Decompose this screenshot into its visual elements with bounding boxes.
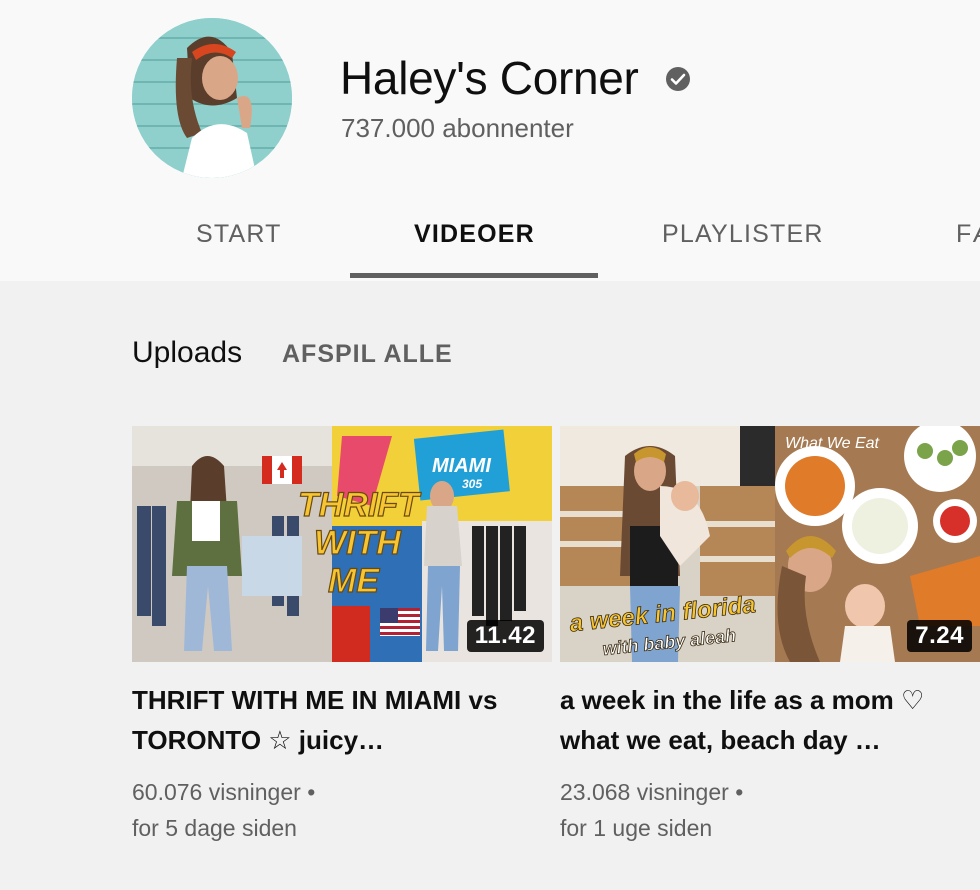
video-card[interactable]: What We Eat a week in florida with baby …	[560, 426, 980, 846]
video-duration: 7.24	[907, 620, 972, 652]
video-duration: 11.42	[466, 620, 544, 652]
tab-playlists[interactable]: PLAYLISTER	[662, 220, 824, 249]
active-tab-indicator	[350, 273, 598, 278]
subscriber-count: 737.000 abonnenter	[341, 113, 574, 143]
meta-separator: •	[735, 779, 744, 805]
video-meta: 60.076 visninger • for 5 dage siden	[132, 774, 552, 846]
thumb-text-line2: WITH	[314, 524, 402, 562]
video-views: 60.076 visninger	[132, 779, 301, 805]
video-age: for 1 uge siden	[560, 815, 713, 841]
video-views: 23.068 visninger	[560, 779, 729, 805]
video-age: for 5 dage siden	[132, 815, 297, 841]
thumb-sign-text: MIAMI	[432, 455, 491, 477]
channel-tabs: START VIDEOER PLAYLISTER FÆ	[0, 200, 980, 281]
tab-start[interactable]: START	[196, 220, 282, 249]
video-title[interactable]: THRIFT WITH ME IN MIAMI vs TORONTO ☆ jui…	[132, 680, 552, 760]
video-thumbnail[interactable]: MIAMI 305 THRIFT WITH ME 11.42	[132, 426, 552, 662]
thumb-corner-text: What We Eat	[785, 435, 880, 452]
tab-videos[interactable]: VIDEOER	[414, 220, 535, 249]
verified-badge-icon	[666, 67, 690, 91]
thumb-text-line3: ME	[328, 562, 380, 600]
play-all-button[interactable]: AFSPIL ALLE	[282, 340, 453, 369]
channel-name: Haley's Corner	[340, 52, 639, 104]
video-card[interactable]: MIAMI 305 THRIFT WITH ME 11.42 THRIFT WI…	[132, 426, 552, 846]
video-thumbnail[interactable]: What We Eat a week in florida with baby …	[560, 426, 980, 662]
channel-avatar[interactable]	[132, 18, 292, 178]
meta-separator: •	[307, 779, 316, 805]
thumb-text-line1: THRIFT	[298, 486, 422, 524]
tab-featured[interactable]: FÆ	[956, 220, 980, 249]
channel-header: Haley's Corner 737.000 abonnenter START …	[0, 0, 980, 281]
video-meta: 23.068 visninger • for 1 uge siden	[560, 774, 980, 846]
thumb-sign-subtext: 305	[462, 477, 482, 491]
video-title[interactable]: a week in the life as a mom ♡ what we ea…	[560, 680, 980, 760]
section-title: Uploads	[132, 336, 243, 369]
